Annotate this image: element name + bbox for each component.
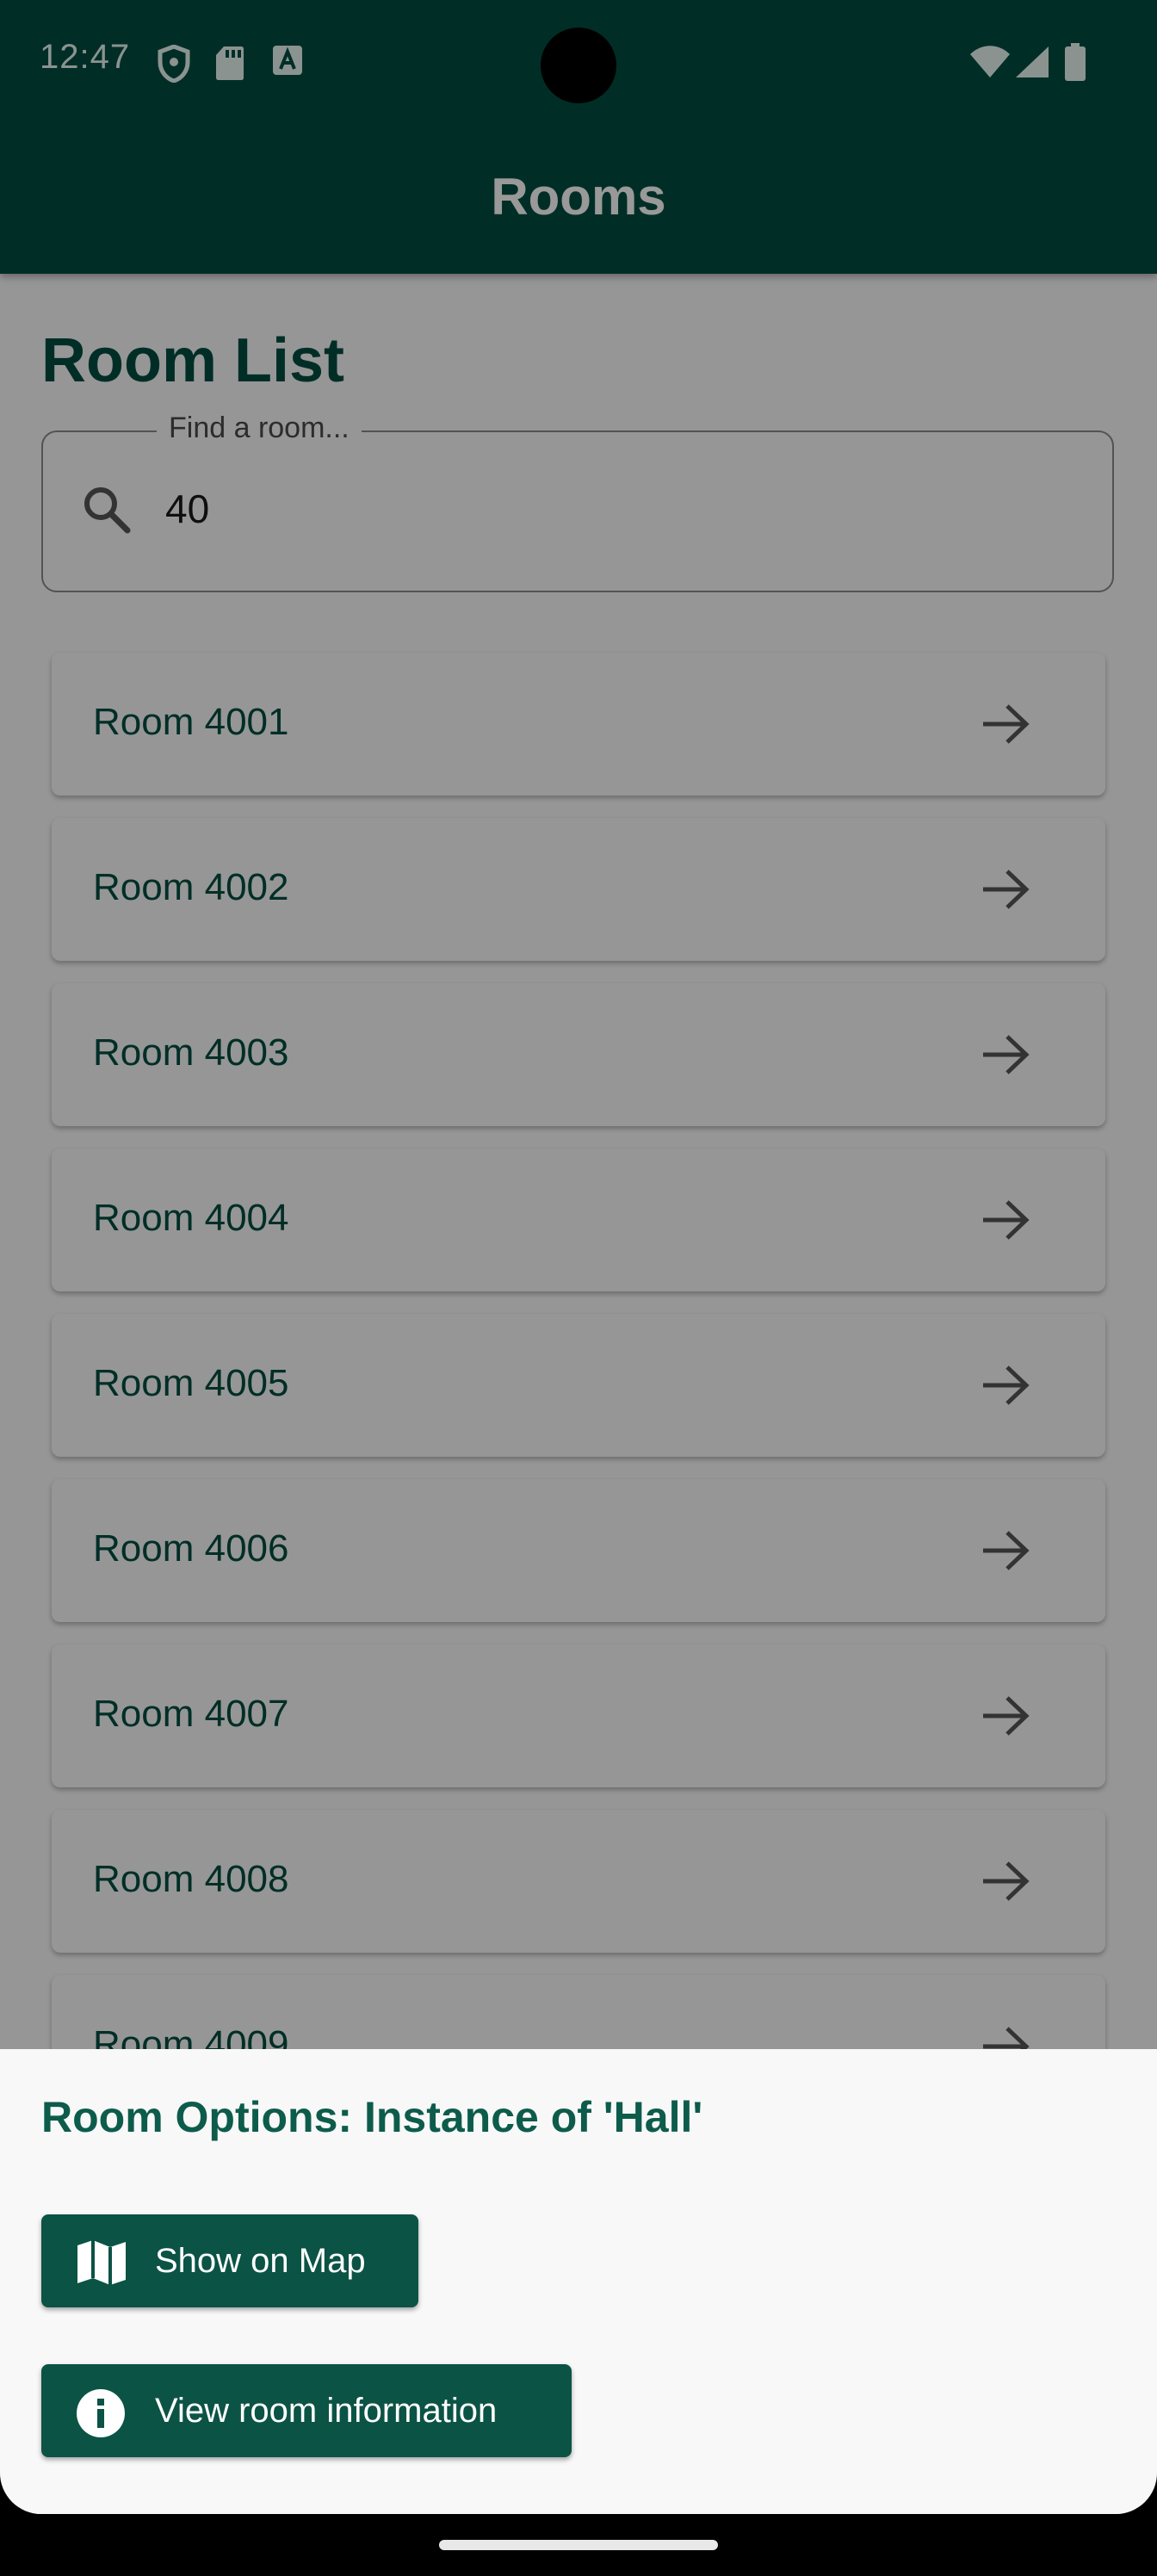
view-room-information-label: View room information (155, 2392, 498, 2430)
show-on-map-label: Show on Map (155, 2242, 366, 2280)
map-icon (77, 2240, 126, 2285)
app-window: 12:47 Rooms Room List Find a room... 40 … (0, 0, 1157, 2514)
gesture-nav-handle[interactable] (439, 2540, 718, 2550)
view-room-information-button[interactable]: View room information (41, 2364, 572, 2457)
show-on-map-button[interactable]: Show on Map (41, 2214, 418, 2307)
sheet-title: Room Options: Instance of 'Hall' (41, 2093, 703, 2141)
screen: 12:47 Rooms Room List Find a room... 40 … (0, 0, 1157, 2576)
info-icon (77, 2389, 125, 2437)
room-options-sheet: Room Options: Instance of 'Hall' Show on… (0, 2049, 1157, 2514)
